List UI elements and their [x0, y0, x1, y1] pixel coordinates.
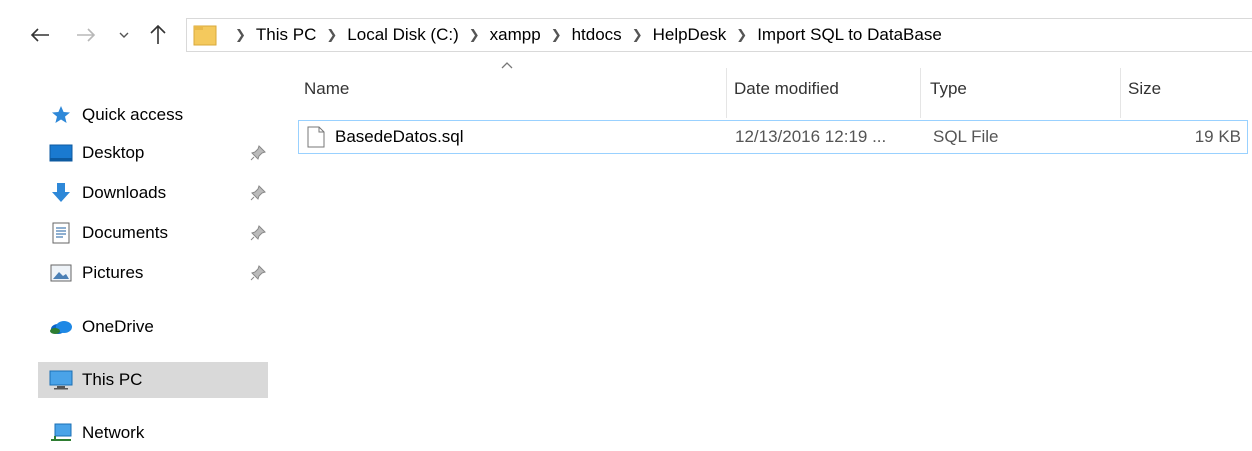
column-header-size[interactable]: Size [1122, 60, 1246, 118]
breadcrumb-separator[interactable]: ❯ [551, 27, 562, 43]
file-type: SQL File [933, 127, 999, 146]
sidebar-item-label: Desktop [82, 143, 145, 162]
column-divider[interactable] [920, 68, 921, 118]
folder-icon [193, 25, 217, 46]
breadcrumb-separator[interactable]: ❯ [736, 27, 747, 43]
chevron-down-icon [119, 32, 129, 38]
back-button[interactable] [28, 24, 52, 46]
pin-icon[interactable] [250, 225, 266, 241]
sidebar-item-label: This PC [82, 370, 143, 389]
breadcrumb-separator[interactable]: ❯ [469, 27, 480, 43]
pin-icon[interactable] [250, 265, 266, 281]
breadcrumb-local-disk[interactable]: Local Disk (C:) [347, 25, 458, 45]
sidebar-item-quick-access[interactable]: Quick access [38, 97, 270, 133]
file-icon [307, 121, 327, 153]
column-header-type[interactable]: Type [924, 60, 1120, 118]
pin-icon[interactable] [250, 145, 266, 161]
sidebar-item-label: Network [82, 423, 145, 442]
network-icon [48, 422, 74, 444]
column-divider[interactable] [1120, 68, 1121, 118]
breadcrumb-separator: ❯ [235, 27, 246, 42]
back-arrow-icon [30, 28, 49, 42]
pin-icon[interactable] [250, 185, 266, 201]
monitor-icon [48, 369, 74, 391]
file-size: 19 KB [1194, 127, 1241, 146]
sidebar-item-pictures[interactable]: Pictures [38, 255, 270, 291]
forward-arrow-icon [77, 28, 96, 42]
breadcrumb-helpdesk[interactable]: HelpDesk [653, 25, 727, 45]
sidebar-item-label: OneDrive [82, 317, 154, 336]
sidebar-item-label: Documents [82, 223, 168, 242]
sidebar-item-label: Downloads [82, 183, 167, 202]
desktop-icon [48, 142, 74, 164]
column-header-date-modified[interactable]: Date modified [728, 60, 920, 118]
sidebar-item-desktop[interactable]: Desktop [38, 135, 270, 171]
pictures-icon [48, 262, 74, 284]
onedrive-cloud-icon [48, 316, 74, 338]
up-arrow-icon [150, 25, 166, 44]
navigation-pane: Quick access Desktop Downloads Documents [0, 90, 270, 451]
download-arrow-icon [48, 182, 74, 204]
breadcrumb-xampp[interactable]: xampp [490, 25, 541, 45]
document-icon [48, 222, 74, 244]
recent-locations-button[interactable] [116, 24, 132, 46]
sidebar-item-this-pc[interactable]: This PC [38, 362, 268, 398]
breadcrumb-this-pc[interactable]: This PC [256, 25, 316, 45]
breadcrumb-separator[interactable]: ❯ [326, 27, 337, 43]
breadcrumb-import-sql[interactable]: Import SQL to DataBase [757, 25, 942, 45]
file-date-modified: 12/13/2016 12:19 ... [735, 127, 887, 146]
star-icon [48, 104, 74, 126]
breadcrumb-htdocs[interactable]: htdocs [572, 25, 622, 45]
file-name[interactable]: BasedeDatos.sql [335, 121, 715, 153]
sidebar-item-onedrive[interactable]: OneDrive [38, 309, 270, 345]
file-list: Name Date modified Type Size BasedeDatos… [298, 60, 1252, 451]
sidebar-item-downloads[interactable]: Downloads [38, 175, 270, 211]
file-row[interactable]: BasedeDatos.sql 12/13/2016 12:19 ... SQL… [298, 120, 1248, 154]
breadcrumb-separator[interactable]: ❯ [632, 27, 643, 43]
sidebar-item-documents[interactable]: Documents [38, 215, 270, 251]
sidebar-item-label: Pictures [82, 263, 144, 282]
column-header-name[interactable]: Name [298, 60, 726, 118]
sidebar-item-network[interactable]: Network [38, 415, 270, 451]
up-button[interactable] [146, 24, 170, 46]
sidebar-item-label: Quick access [82, 105, 184, 124]
column-divider[interactable] [726, 68, 727, 118]
address-bar[interactable]: ❯ This PC ❯ Local Disk (C:) ❯ xampp ❯ ht… [186, 18, 1252, 52]
forward-button[interactable] [74, 24, 98, 46]
